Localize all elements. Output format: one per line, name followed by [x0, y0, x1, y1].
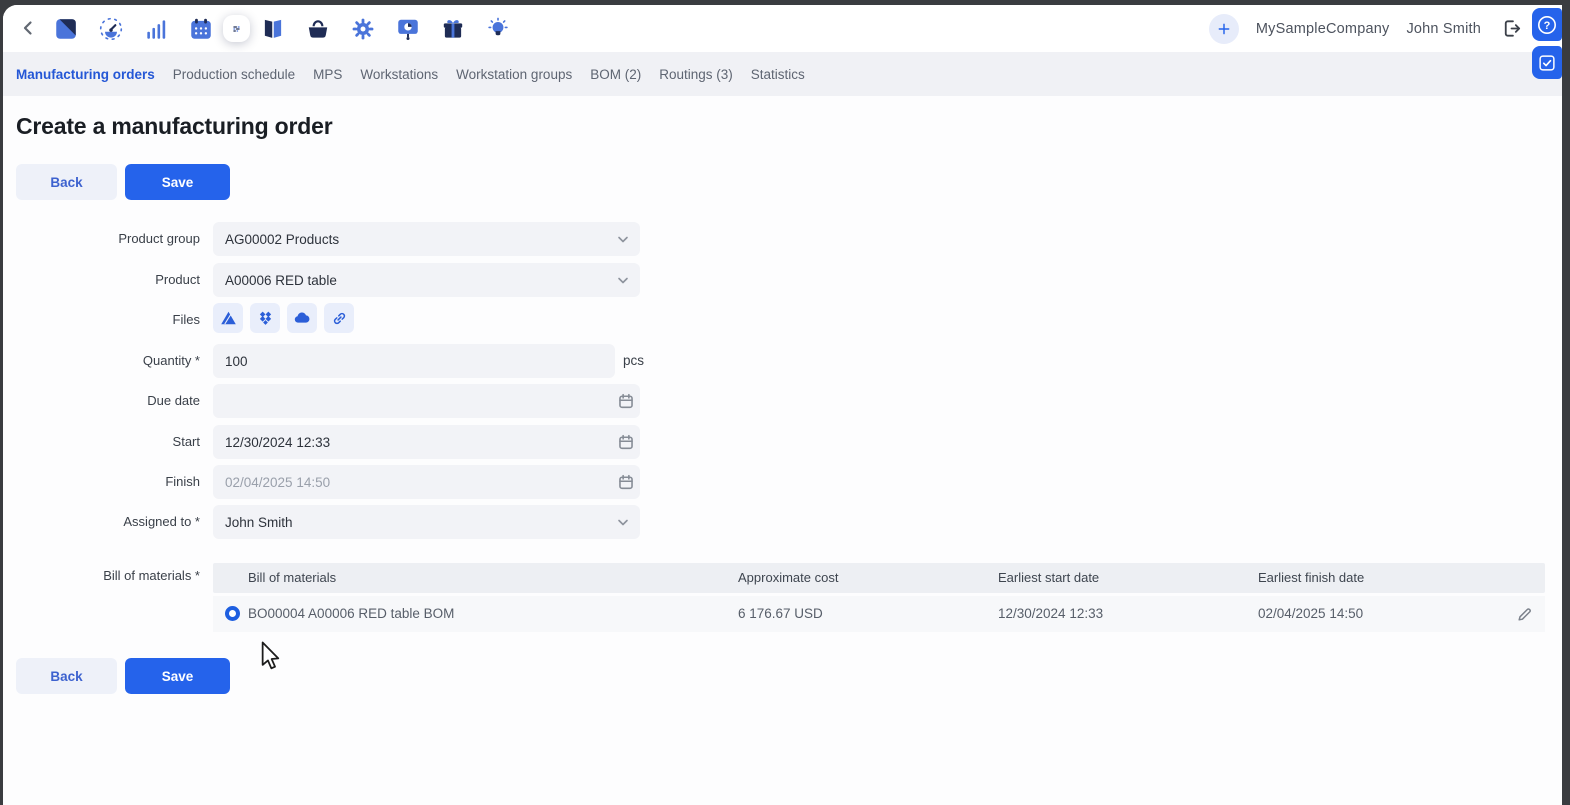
edit-pencil-icon[interactable]	[1516, 606, 1533, 623]
chevron-down-icon	[615, 231, 631, 250]
gauge-icon[interactable]	[97, 15, 124, 42]
production-gantt-icon[interactable]	[223, 15, 250, 42]
logout-icon[interactable]	[1498, 16, 1524, 42]
tasks-icon[interactable]	[1532, 46, 1562, 79]
assigned-to-value: John Smith	[225, 515, 293, 530]
bom-table-header: Bill of materials Approximate cost Earli…	[213, 563, 1545, 593]
finish-input[interactable]	[213, 465, 640, 499]
calendar-picker-icon[interactable]	[617, 473, 635, 491]
calendar-picker-icon[interactable]	[617, 392, 635, 410]
app-icon-bar	[52, 15, 511, 42]
product-label: Product	[3, 263, 200, 297]
tab-workstations[interactable]: Workstations	[360, 67, 438, 82]
file-buttons	[213, 303, 354, 333]
stock-book-icon[interactable]	[259, 15, 286, 42]
table-row[interactable]: BO00004 A00006 RED table BOM 6 176.67 US…	[213, 596, 1545, 632]
due-date-input[interactable]	[213, 384, 640, 418]
window-frame: MySampleCompany John Smith ? Manufacturi…	[0, 0, 1570, 805]
app-screen: MySampleCompany John Smith ? Manufacturi…	[3, 5, 1562, 805]
finish-label: Finish	[3, 465, 200, 499]
onedrive-cloud-icon[interactable]	[287, 303, 317, 333]
tab-bom[interactable]: BOM (2)	[590, 67, 641, 82]
rewards-gift-icon[interactable]	[439, 15, 466, 42]
bom-label: Bill of materials *	[3, 568, 200, 583]
tab-production-schedule[interactable]: Production schedule	[173, 67, 295, 82]
tab-routings[interactable]: Routings (3)	[659, 67, 733, 82]
quantity-input[interactable]	[213, 344, 615, 378]
mouse-cursor	[261, 641, 282, 672]
quantity-unit: pcs	[623, 344, 644, 378]
bom-col-cost: Approximate cost	[738, 563, 838, 593]
calendar-icon[interactable]	[187, 15, 214, 42]
bom-row-cost: 6 176.67 USD	[738, 596, 823, 632]
bom-row-name: BO00004 A00006 RED table BOM	[248, 596, 454, 632]
save-button-bottom[interactable]: Save	[125, 658, 230, 694]
module-tabs: Manufacturing orders Production schedule…	[3, 52, 1562, 96]
assigned-to-label: Assigned to *	[3, 505, 200, 539]
procurement-basket-icon[interactable]	[304, 15, 331, 42]
product-value: A00006 RED table	[225, 273, 337, 288]
bom-col-finish: Earliest finish date	[1258, 563, 1364, 593]
due-date-label: Due date	[3, 384, 200, 418]
ideas-lightbulb-icon[interactable]	[484, 15, 511, 42]
bom-row-radio[interactable]	[225, 606, 240, 621]
settings-gear-icon[interactable]	[349, 15, 376, 42]
top-toolbar: MySampleCompany John Smith	[3, 5, 1562, 52]
page-title: Create a manufacturing order	[16, 113, 332, 140]
tab-workstation-groups[interactable]: Workstation groups	[456, 67, 572, 82]
company-name[interactable]: MySampleCompany	[1256, 21, 1390, 37]
quantity-label: Quantity *	[3, 344, 200, 378]
bom-col-name: Bill of materials	[248, 563, 336, 593]
chevron-down-icon	[615, 514, 631, 533]
dropbox-icon[interactable]	[250, 303, 280, 333]
add-button[interactable]	[1209, 14, 1239, 44]
back-button-bottom[interactable]: Back	[16, 658, 117, 694]
help-icon[interactable]: ?	[1532, 8, 1562, 41]
product-group-value: AG00002 Products	[225, 232, 339, 247]
tab-statistics[interactable]: Statistics	[751, 67, 805, 82]
google-drive-icon[interactable]	[213, 303, 243, 333]
back-button[interactable]: Back	[16, 164, 117, 200]
bom-table: Bill of materials Approximate cost Earli…	[213, 563, 1545, 632]
bom-row-finish: 02/04/2025 14:50	[1258, 596, 1363, 632]
chevron-down-icon	[615, 272, 631, 291]
link-icon[interactable]	[324, 303, 354, 333]
back-icon[interactable]	[15, 15, 41, 41]
svg-text:?: ?	[1544, 20, 1551, 32]
start-input[interactable]	[213, 425, 640, 459]
calendar-picker-icon[interactable]	[617, 433, 635, 451]
bom-col-start: Earliest start date	[998, 563, 1099, 593]
assigned-to-select[interactable]: John Smith	[213, 505, 640, 539]
statistics-icon[interactable]	[142, 15, 169, 42]
topbar-right: MySampleCompany John Smith	[1209, 5, 1524, 52]
product-group-select[interactable]: AG00002 Products	[213, 222, 640, 256]
tab-manufacturing-orders[interactable]: Manufacturing orders	[16, 67, 155, 82]
bom-row-start: 12/30/2024 12:33	[998, 596, 1103, 632]
dashboard-icon[interactable]	[52, 15, 79, 42]
tab-mps[interactable]: MPS	[313, 67, 342, 82]
product-select[interactable]: A00006 RED table	[213, 263, 640, 297]
product-group-label: Product group	[3, 222, 200, 256]
save-button[interactable]: Save	[125, 164, 230, 200]
user-name[interactable]: John Smith	[1406, 21, 1481, 37]
files-label: Files	[3, 303, 200, 337]
reports-presentation-icon[interactable]	[394, 15, 421, 42]
start-label: Start	[3, 425, 200, 459]
